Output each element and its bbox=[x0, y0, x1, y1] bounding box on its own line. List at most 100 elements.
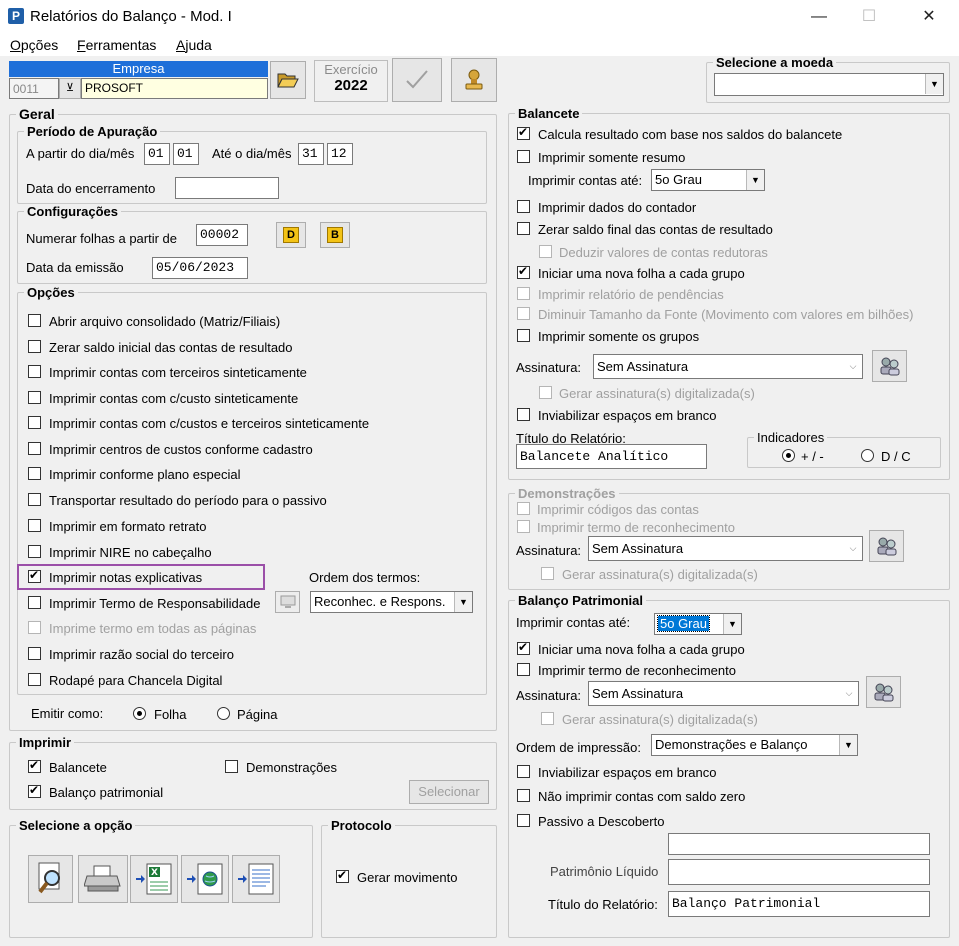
empresa-code-field[interactable]: 0011 bbox=[9, 78, 59, 99]
export-excel-button[interactable]: X bbox=[130, 855, 178, 903]
balancete-opcao2-checkbox-0[interactable] bbox=[517, 200, 530, 213]
chevron-down-icon: ⌵ bbox=[840, 682, 858, 705]
empresa-lookup-button[interactable]: ⊻ bbox=[59, 78, 81, 99]
demo-assinatura-button[interactable] bbox=[869, 530, 904, 562]
emissao-field[interactable]: 05/06/2023 bbox=[152, 257, 248, 279]
balanco-titulo-field[interactable]: Balanço Patrimonial bbox=[668, 891, 930, 917]
exercicio-box[interactable]: Exercício 2022 bbox=[314, 60, 388, 102]
balanco-termo-checkbox[interactable] bbox=[517, 663, 530, 676]
opcao-label-8: Imprimir em formato retrato bbox=[49, 519, 207, 534]
selecionar-button[interactable]: Selecionar bbox=[409, 780, 489, 804]
export-web-button[interactable] bbox=[181, 855, 229, 903]
opcao-checkbox-1[interactable] bbox=[28, 340, 41, 353]
opcoes-legend: Opções bbox=[27, 285, 75, 300]
balancete-contas-select[interactable]: 5o Grau ▼ bbox=[651, 169, 765, 191]
confirm-button[interactable] bbox=[392, 58, 442, 102]
opcao-checkbox-3[interactable] bbox=[28, 391, 41, 404]
menu-opcoes[interactable]: Opções bbox=[10, 37, 58, 53]
folha-radio[interactable] bbox=[133, 707, 146, 720]
print-button[interactable] bbox=[78, 855, 128, 903]
from-month-field[interactable]: 01 bbox=[173, 143, 199, 165]
balanco-nova-folha-checkbox[interactable] bbox=[517, 640, 530, 655]
indicadores-legend: Indicadores bbox=[757, 430, 825, 445]
geral-legend: Geral bbox=[19, 106, 55, 122]
demonstracoes-checkbox[interactable] bbox=[225, 760, 238, 773]
balancete-opcao2-checkbox-3[interactable] bbox=[517, 264, 530, 279]
menu-ferramentas[interactable]: Ferramentas bbox=[77, 37, 156, 53]
export-text-button[interactable] bbox=[232, 855, 280, 903]
empresa-header: Empresa bbox=[9, 61, 268, 77]
balanco-nao-imprimir-checkbox[interactable] bbox=[517, 789, 530, 802]
opcao-checkbox-14[interactable] bbox=[28, 673, 41, 686]
to-month-field[interactable]: 12 bbox=[327, 143, 353, 165]
indicador-dc-radio[interactable] bbox=[861, 449, 874, 462]
demo-assinatura-select[interactable]: Sem Assinatura ⌵ bbox=[588, 536, 863, 561]
balanco-titulo-label: Título do Relatório: bbox=[548, 897, 658, 912]
patrimonio-field[interactable] bbox=[668, 859, 930, 885]
imprimir-legend: Imprimir bbox=[19, 735, 72, 750]
window-title: Relatórios do Balanço - Mod. I bbox=[30, 8, 232, 25]
balancete-assinatura-select[interactable]: Sem Assinatura ⌵ bbox=[593, 354, 863, 379]
balanco-legend: Balanço Patrimonial bbox=[518, 593, 643, 608]
patrimonio-label: Patrimônio Líquido bbox=[550, 864, 659, 879]
minimize-button[interactable]: — bbox=[796, 0, 842, 34]
opcao-checkbox-4[interactable] bbox=[28, 416, 41, 429]
balancete-opcao2-checkbox-6[interactable] bbox=[517, 329, 530, 342]
opcao-checkbox-11[interactable] bbox=[28, 596, 41, 609]
opcao-checkbox-13[interactable] bbox=[28, 647, 41, 660]
opcao-checkbox-8[interactable] bbox=[28, 519, 41, 532]
balanco-gerar-assinatura-checkbox[interactable] bbox=[541, 712, 554, 725]
balancete-opcao2-checkbox-5[interactable] bbox=[517, 307, 530, 320]
balancete-opcao-checkbox-0[interactable] bbox=[517, 125, 530, 140]
opcao-checkbox-6[interactable] bbox=[28, 467, 41, 480]
balanco-ordem-select[interactable]: Demonstrações e Balanço ▼ bbox=[651, 734, 858, 756]
empresa-name-field[interactable]: PROSOFT bbox=[81, 78, 268, 99]
gerar-movimento-checkbox[interactable] bbox=[336, 868, 349, 883]
to-day-field[interactable]: 31 bbox=[298, 143, 324, 165]
balanco-passivo-field[interactable] bbox=[668, 833, 930, 855]
b-button[interactable]: B bbox=[320, 222, 350, 248]
opcao-checkbox-7[interactable] bbox=[28, 493, 41, 506]
encerramento-field[interactable] bbox=[175, 177, 279, 199]
opcao-checkbox-12[interactable] bbox=[28, 621, 41, 634]
balancete-opcao2-checkbox-4[interactable] bbox=[517, 287, 530, 300]
d-button[interactable]: D bbox=[276, 222, 306, 248]
balanco-passivo-checkbox[interactable] bbox=[517, 814, 530, 827]
demo-codigos-label: Imprimir códigos das contas bbox=[537, 502, 699, 517]
opcao-checkbox-5[interactable] bbox=[28, 442, 41, 455]
balancete-titulo-field[interactable]: Balancete Analítico bbox=[516, 444, 707, 469]
termo-config-button[interactable] bbox=[275, 591, 300, 613]
demo-termo-checkbox[interactable] bbox=[517, 520, 530, 533]
ordem-termos-select[interactable]: Reconhec. e Respons. ▼ bbox=[310, 591, 473, 613]
folhas-field[interactable]: 00002 bbox=[196, 224, 248, 246]
opcao-checkbox-2[interactable] bbox=[28, 365, 41, 378]
balancete-gerar-assinatura-label: Gerar assinatura(s) digitalizada(s) bbox=[559, 386, 755, 401]
selecione-opcao-legend: Selecione a opção bbox=[19, 818, 133, 833]
menu-ajuda[interactable]: Ajuda bbox=[176, 37, 212, 53]
balanco-contas-select[interactable]: 5o Grau ▼ bbox=[654, 613, 742, 635]
maximize-button[interactable]: ☐ bbox=[846, 0, 892, 34]
from-day-field[interactable]: 01 bbox=[144, 143, 170, 165]
close-button[interactable]: ✕ bbox=[906, 0, 952, 34]
open-folder-button[interactable] bbox=[270, 61, 306, 99]
stamp-button[interactable] bbox=[451, 58, 497, 102]
indicador-sinal-radio[interactable] bbox=[782, 449, 795, 462]
balancete-opcao2-checkbox-1[interactable] bbox=[517, 222, 530, 235]
demo-gerar-assinatura-checkbox[interactable] bbox=[541, 567, 554, 580]
demo-codigos-checkbox[interactable] bbox=[517, 502, 530, 515]
opcao-checkbox-0[interactable] bbox=[28, 314, 41, 327]
balanco-assinatura-button[interactable] bbox=[866, 676, 901, 708]
balancete-opcao-checkbox-1[interactable] bbox=[517, 150, 530, 163]
balancete-opcao2-checkbox-2[interactable] bbox=[539, 245, 552, 258]
balancete-gerar-assinatura-checkbox[interactable] bbox=[539, 386, 552, 399]
opcao-checkbox-9[interactable] bbox=[28, 545, 41, 558]
balanco-inviabilizar-checkbox[interactable] bbox=[517, 765, 530, 778]
pagina-radio[interactable] bbox=[217, 707, 230, 720]
balancete-inviabilizar-checkbox[interactable] bbox=[517, 408, 530, 421]
moeda-select[interactable]: ▼ bbox=[714, 73, 944, 96]
balanco-assinatura-select[interactable]: Sem Assinatura ⌵ bbox=[588, 681, 859, 706]
balanco-checkbox[interactable] bbox=[28, 783, 41, 798]
balancete-assinatura-button[interactable] bbox=[872, 350, 907, 382]
preview-button[interactable] bbox=[28, 855, 73, 903]
balancete-checkbox[interactable] bbox=[28, 758, 41, 773]
